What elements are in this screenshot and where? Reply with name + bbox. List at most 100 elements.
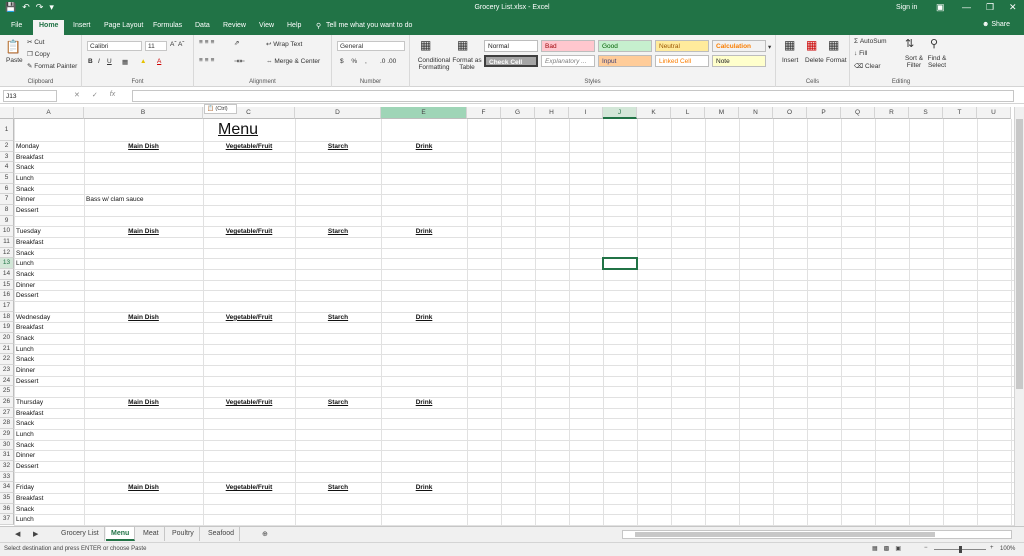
- row-header-12[interactable]: 12: [0, 247, 14, 259]
- minimize-icon[interactable]: —: [962, 2, 971, 12]
- row-header-4[interactable]: 4: [0, 162, 14, 173]
- style-explanatory[interactable]: Explanatory ...: [541, 55, 595, 67]
- wrap-text-button[interactable]: ↩ Wrap Text: [266, 40, 302, 48]
- cell-a22[interactable]: Snack: [16, 355, 34, 366]
- section-header-main-dish[interactable]: Main Dish: [84, 398, 203, 409]
- style-normal[interactable]: Normal: [484, 40, 538, 52]
- column-header-f[interactable]: F: [467, 107, 501, 119]
- copy-button[interactable]: ❐ Copy: [27, 50, 50, 58]
- clear-button[interactable]: ⌫ Clear: [854, 62, 881, 70]
- style-good[interactable]: Good: [598, 40, 652, 52]
- orientation-icon[interactable]: ⇗: [234, 39, 239, 47]
- row-header-3[interactable]: 3: [0, 151, 14, 163]
- row-header-36[interactable]: 36: [0, 503, 14, 515]
- zoom-slider-thumb[interactable]: [959, 546, 962, 553]
- row-header-21[interactable]: 21: [0, 343, 14, 355]
- paste-options-button[interactable]: 📋 (Ctrl): [204, 104, 237, 114]
- sheet-title[interactable]: Menu: [218, 121, 258, 139]
- cell-a13[interactable]: Lunch: [16, 259, 34, 270]
- sheet-tab-poultry[interactable]: Poultry: [167, 527, 200, 541]
- close-icon[interactable]: ✕: [1009, 2, 1017, 13]
- row-header-7[interactable]: 7: [0, 194, 14, 205]
- sheet-tab-meat[interactable]: Meat: [138, 527, 165, 541]
- format-as-table-button[interactable]: Format as Table: [452, 57, 482, 71]
- tab-formulas[interactable]: Formulas: [153, 22, 182, 29]
- underline-button[interactable]: U: [107, 58, 112, 65]
- column-header-i[interactable]: I: [569, 107, 603, 119]
- sheet-tab-menu[interactable]: Menu: [106, 527, 136, 541]
- sheet-tab-grocery-list[interactable]: Grocery List: [56, 527, 105, 541]
- insert-function-icon[interactable]: fx: [110, 91, 115, 99]
- row-header-11[interactable]: 11: [0, 237, 14, 248]
- conditional-formatting-button[interactable]: Conditional Formatting: [414, 57, 454, 71]
- cell-a4[interactable]: Snack: [16, 163, 34, 174]
- column-header-h[interactable]: H: [535, 107, 569, 119]
- row-header-37[interactable]: 37: [0, 514, 14, 526]
- row-header-6[interactable]: 6: [0, 183, 14, 195]
- decimal-icons[interactable]: .0 .00: [380, 58, 396, 65]
- insert-cells-button[interactable]: Insert: [782, 57, 798, 64]
- cell-a28[interactable]: Snack: [16, 419, 34, 430]
- column-header-t[interactable]: T: [943, 107, 977, 119]
- row-header-28[interactable]: 28: [0, 418, 14, 430]
- tell-me-box[interactable]: Tell me what you want to do: [326, 22, 412, 29]
- tab-home[interactable]: Home: [33, 20, 65, 35]
- bold-button[interactable]: B: [88, 58, 93, 65]
- cell-a3[interactable]: Breakfast: [16, 153, 43, 164]
- row-header-30[interactable]: 30: [0, 439, 14, 451]
- cell-a26[interactable]: Thursday: [16, 398, 43, 409]
- find-select-button[interactable]: Find & Select: [924, 55, 950, 69]
- style-check-cell[interactable]: Check Cell: [484, 55, 538, 67]
- cell-a11[interactable]: Breakfast: [16, 238, 43, 249]
- row-header-19[interactable]: 19: [0, 322, 14, 334]
- font-size-select[interactable]: 11: [145, 41, 167, 51]
- cell-a6[interactable]: Snack: [16, 185, 34, 196]
- insert-cells-icon[interactable]: ▦: [784, 38, 795, 52]
- section-header-vegetable-fruit[interactable]: Vegetable/Fruit: [203, 398, 295, 409]
- cell-a14[interactable]: Snack: [16, 270, 34, 281]
- section-header-starch[interactable]: Starch: [295, 483, 381, 494]
- column-header-k[interactable]: K: [637, 107, 671, 119]
- row-header-33[interactable]: 33: [0, 471, 14, 483]
- cell-a20[interactable]: Snack: [16, 334, 34, 345]
- merge-center-button[interactable]: ⇔ Merge & Center: [266, 58, 320, 65]
- column-header-a[interactable]: A: [14, 107, 84, 119]
- formula-input[interactable]: [132, 90, 1014, 102]
- row-header-10[interactable]: 10: [0, 226, 14, 238]
- tab-insert[interactable]: Insert: [73, 22, 91, 29]
- row-header-13[interactable]: 13: [0, 258, 14, 270]
- worksheet-grid[interactable]: A B C D E F G H I J K L M N O P Q R S T U 1 2 Monday Main Dish Ve…: [0, 107, 1014, 526]
- column-header-q[interactable]: Q: [841, 107, 875, 119]
- section-header-main-dish[interactable]: Main Dish: [84, 227, 203, 238]
- format-painter-button[interactable]: ✎ Format Painter: [27, 62, 77, 70]
- cell-a23[interactable]: Dinner: [16, 366, 35, 377]
- column-header-d[interactable]: D: [295, 107, 381, 119]
- tab-page-layout[interactable]: Page Layout: [104, 22, 143, 29]
- horizontal-scrollbar[interactable]: [622, 530, 1012, 539]
- section-header-drink[interactable]: Drink: [381, 227, 467, 238]
- column-header-s[interactable]: S: [909, 107, 943, 119]
- fill-color-icon[interactable]: ▲: [140, 58, 146, 65]
- font-color-icon[interactable]: A: [157, 58, 161, 65]
- section-header-starch[interactable]: Starch: [295, 313, 381, 324]
- style-linked-cell[interactable]: Linked Cell: [655, 55, 709, 67]
- fill-button[interactable]: ↓ Fill: [854, 50, 867, 57]
- autosum-button[interactable]: Σ AutoSum: [854, 38, 887, 45]
- h-scroll-thumb[interactable]: [635, 532, 935, 537]
- number-format-select[interactable]: General: [337, 41, 405, 51]
- indent-icons[interactable]: ⇥⇤: [234, 57, 245, 65]
- format-cells-button[interactable]: Format: [826, 57, 847, 64]
- sheet-tab-seafood[interactable]: Seafood: [203, 527, 241, 541]
- cell-a32[interactable]: Dessert: [16, 462, 38, 473]
- tab-prev-icon[interactable]: ◀: [10, 527, 25, 541]
- row-header-20[interactable]: 20: [0, 333, 14, 344]
- tab-next-icon[interactable]: ▶: [28, 527, 43, 541]
- zoom-in-icon[interactable]: +: [990, 545, 994, 551]
- cell-a30[interactable]: Snack: [16, 441, 34, 452]
- section-header-starch[interactable]: Starch: [295, 398, 381, 409]
- style-bad[interactable]: Bad: [541, 40, 595, 52]
- column-header-l[interactable]: L: [671, 107, 705, 119]
- row-header-35[interactable]: 35: [0, 493, 14, 504]
- row-header-8[interactable]: 8: [0, 205, 14, 216]
- cut-button[interactable]: ✂ Cut: [27, 38, 44, 46]
